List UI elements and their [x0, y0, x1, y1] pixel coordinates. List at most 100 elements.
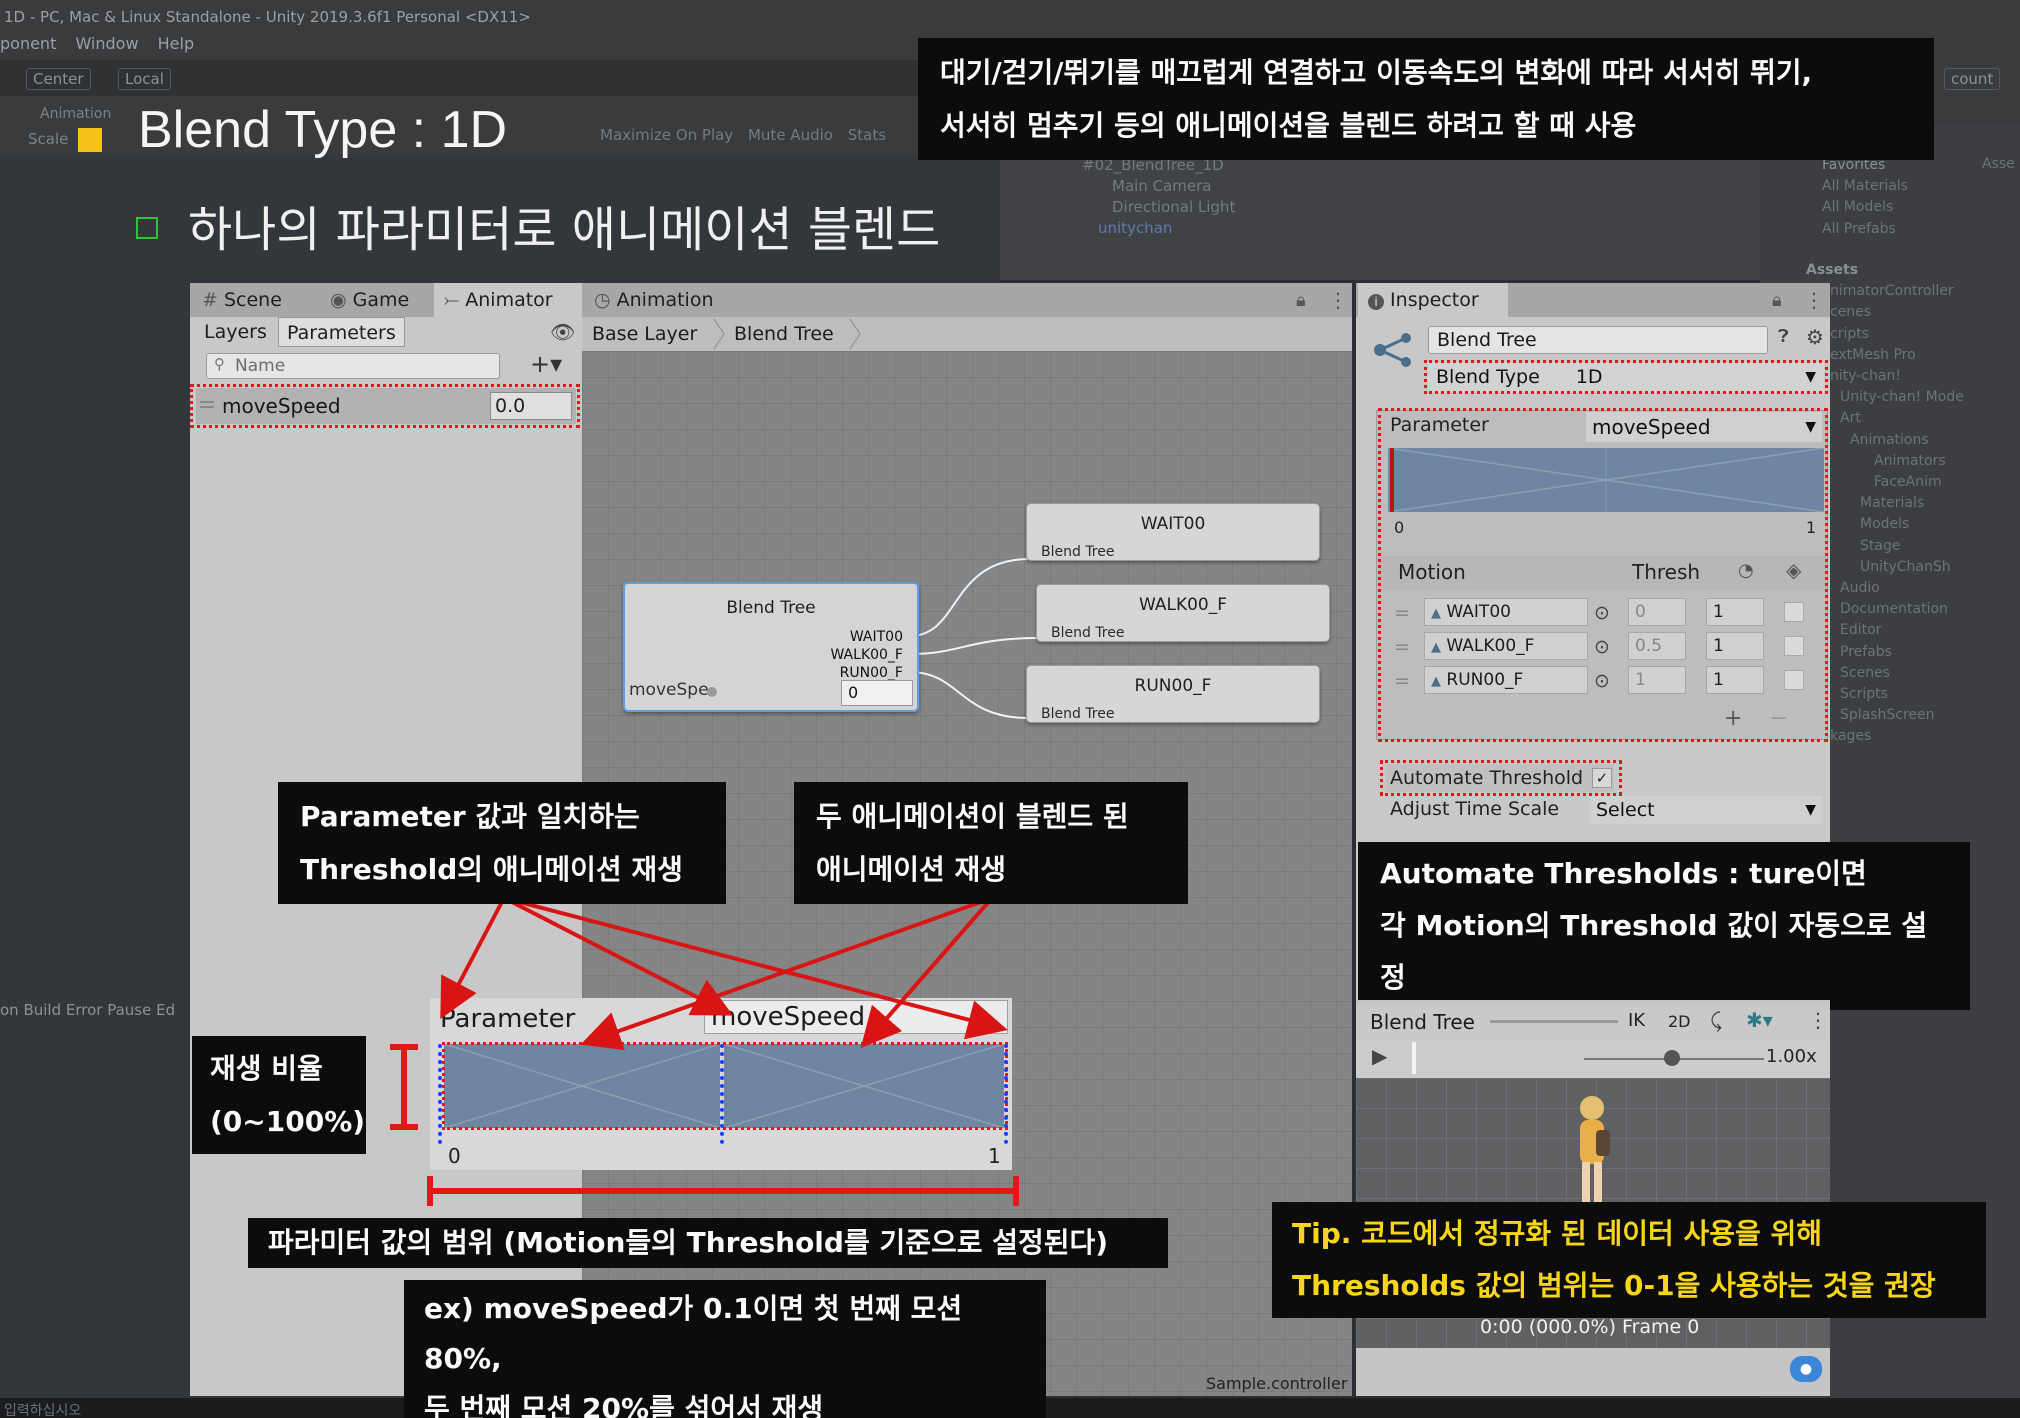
- node-param-label: moveSpe: [629, 680, 709, 700]
- chevron-down-icon: ▼: [1805, 802, 1816, 818]
- lock-icon[interactable]: 🔒︎: [1296, 290, 1306, 311]
- clip-node-walk[interactable]: WALK00_F Blend Tree: [1036, 584, 1330, 642]
- console-toolbar: on Build Error Pause Ed: [0, 1001, 176, 1019]
- callout-arrows: [440, 896, 1008, 1050]
- character-model-icon: [1580, 1096, 1610, 1202]
- add-parameter-button[interactable]: +▾: [530, 350, 562, 378]
- menu-component[interactable]: ponent: [0, 34, 56, 53]
- eye-icon[interactable]: 👁︎: [550, 320, 575, 344]
- pivot-icon[interactable]: ⤹: [1710, 1008, 1722, 1032]
- favorite-item[interactable]: All Prefabs: [1822, 219, 1908, 240]
- node-output: WALK00_F: [830, 647, 903, 663]
- kebab-menu-icon[interactable]: ⋮: [1328, 288, 1348, 312]
- hierarchy-item[interactable]: unitychan: [1082, 218, 1235, 239]
- favorite-item[interactable]: All Materials: [1822, 176, 1908, 197]
- threshold-callout: Parameter 값과 일치하는 Threshold의 애니메이션 재생: [278, 782, 726, 904]
- tip-callout: Tip. 코드에서 정규화 된 데이터 사용을 위해 Thresholds 값의…: [1272, 1202, 1986, 1318]
- callout-line: 각 Motion의 Threshold 값이 자동으로 설정: [1380, 909, 1928, 994]
- timeline-cursor[interactable]: [1412, 1042, 1416, 1074]
- callout-line: 두 애니메이션이 블렌드 된: [816, 800, 1129, 833]
- pivot-center-button[interactable]: Center: [26, 68, 91, 90]
- kebab-menu-icon[interactable]: ⋮: [1808, 1008, 1828, 1032]
- tab-game[interactable]: ◉ Game: [320, 283, 432, 317]
- callout-line: (0~100%): [210, 1105, 366, 1138]
- breadcrumb-end-icon: [848, 317, 862, 351]
- kebab-menu-icon[interactable]: ⋮: [1804, 288, 1824, 312]
- top-callout-line: 서서히 멈추기 등의 애니메이션을 블렌드 하려고 할 때 사용: [940, 109, 1637, 142]
- grid-icon: #: [202, 289, 218, 311]
- preview-title: Blend Tree: [1370, 1010, 1475, 1034]
- menu-help[interactable]: Help: [158, 34, 194, 53]
- callout-line: ex) moveSpeed가 0.1이면 첫 번째 모션 80%,: [424, 1292, 963, 1375]
- play-button[interactable]: ▶: [1372, 1044, 1387, 1068]
- account-button[interactable]: count: [1944, 68, 2001, 90]
- animator-icon: ⤚: [444, 289, 460, 311]
- top-callout: 대기/걷기/뛰기를 매끄럽게 연결하고 이동속도의 변화에 따라 서서히 뛰기,…: [918, 38, 1934, 160]
- breadcrumb-base-layer[interactable]: Base Layer: [592, 317, 697, 351]
- speed-slider-handle[interactable]: [1664, 1050, 1680, 1066]
- range-max-label: 1: [988, 1144, 1001, 1168]
- node-title: WAIT00: [1140, 514, 1206, 534]
- taskbar-search[interactable]: 입력하십시오: [4, 1400, 81, 1418]
- clip-node-wait[interactable]: WAIT00 Blend Tree: [1026, 503, 1320, 561]
- stats-button[interactable]: Stats: [848, 126, 886, 144]
- callout-line: 재생 비율: [210, 1052, 323, 1085]
- adjust-time-scale-value: Select: [1596, 799, 1655, 821]
- tab-parameters[interactable]: Parameters: [278, 317, 405, 347]
- help-icon[interactable]: ❓︎: [1778, 326, 1789, 347]
- blend-tree-name-input[interactable]: Blend Tree: [1428, 326, 1768, 354]
- favorite-item[interactable]: All Models: [1822, 197, 1908, 218]
- hierarchy-item[interactable]: Main Camera: [1082, 176, 1235, 197]
- node-sub: Blend Tree: [1041, 706, 1115, 722]
- breadcrumb-blend-tree[interactable]: Blend Tree: [734, 317, 834, 351]
- ik-button[interactable]: IK: [1628, 1010, 1645, 1031]
- hierarchy-item[interactable]: Directional Light: [1082, 197, 1235, 218]
- node-title: WALK00_F: [1138, 595, 1228, 615]
- threshold-marker: [720, 1044, 730, 1144]
- callout-line: Thresholds 값의 범위는 0-1을 사용하는 것을 권장: [1292, 1269, 1936, 1302]
- parameter-search-input[interactable]: Name: [206, 353, 500, 379]
- tab-animator[interactable]: ⤚ Animator: [434, 283, 582, 317]
- adjust-time-scale-dropdown[interactable]: Select ▼: [1590, 796, 1822, 824]
- tab-inspector[interactable]: i Inspector: [1358, 283, 1508, 317]
- tab-scene[interactable]: # Scene: [192, 283, 320, 317]
- callout-line: Automate Thresholds : ture이면: [1380, 857, 1867, 890]
- callout-line: Tip. 코드에서 정규화 된 데이터 사용을 위해: [1292, 1217, 1823, 1250]
- param-dot-icon: [707, 687, 717, 697]
- blend-callout: 두 애니메이션이 블렌드 된 애니메이션 재생: [794, 782, 1188, 904]
- asset-label: Asse: [1982, 156, 2015, 172]
- ratio-callout: 재생 비율 (0~100%): [192, 1036, 366, 1154]
- lock-icon[interactable]: 🔒︎: [1772, 290, 1782, 311]
- gamepad-icon: ◉: [330, 289, 347, 311]
- gear-icon[interactable]: ⚙: [1806, 325, 1824, 349]
- automate-highlight: [1380, 760, 1622, 796]
- blend-tree-icon: [1370, 330, 1416, 370]
- tab-layers[interactable]: Layers: [196, 317, 275, 347]
- blend-tree-node[interactable]: Blend Tree WAIT00 WALK00_F RUN00_F moveS…: [623, 582, 919, 712]
- node-title: Blend Tree: [726, 598, 816, 618]
- maximize-on-play-button[interactable]: Maximize On Play: [600, 126, 733, 144]
- node-sub: Blend Tree: [1041, 544, 1115, 560]
- subtitle-bullet-icon: [136, 217, 158, 239]
- clock-icon: ◷: [594, 289, 611, 311]
- threshold-marker: [1004, 1044, 1014, 1144]
- node-param-input[interactable]: 0: [841, 680, 913, 706]
- callout-line: Parameter 값과 일치하는: [300, 800, 640, 833]
- 2d-button[interactable]: 2D: [1668, 1012, 1691, 1031]
- pivot-local-button[interactable]: Local: [118, 68, 171, 90]
- tab-animation[interactable]: ◷ Animation: [584, 283, 784, 317]
- controller-filename: Sample.controller: [1206, 1374, 1348, 1393]
- menu-window[interactable]: Window: [75, 34, 138, 53]
- asset-label-icon[interactable]: ●: [1790, 1356, 1822, 1382]
- breadcrumb-separator-icon: [712, 317, 726, 351]
- node-outputs: WAIT00 WALK00_F RUN00_F: [830, 628, 903, 682]
- time-readout: 0:00 (000.0%) Frame 0: [1480, 1316, 1700, 1338]
- mute-audio-button[interactable]: Mute Audio: [748, 126, 833, 144]
- ratio-bracket-icon: [390, 1044, 418, 1130]
- blend-settings-highlight: [1378, 408, 1828, 742]
- threshold-marker: [438, 1044, 448, 1144]
- slide-title: Blend Type : 1D: [138, 101, 508, 159]
- node-sub: Blend Tree: [1051, 625, 1125, 641]
- clip-node-run[interactable]: RUN00_F Blend Tree: [1026, 665, 1320, 723]
- avatar-icon[interactable]: ✱▾: [1746, 1008, 1773, 1032]
